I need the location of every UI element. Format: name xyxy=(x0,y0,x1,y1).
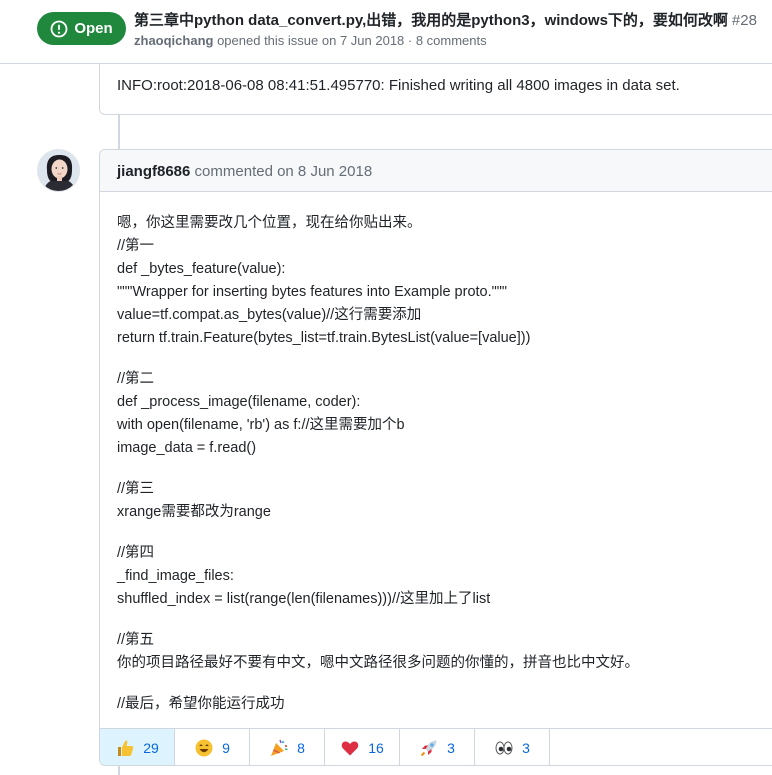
issue-opened-icon xyxy=(50,20,68,37)
comment-line: """Wrapper for inserting bytes features … xyxy=(117,284,508,300)
reaction-count: 9 xyxy=(222,740,230,756)
comment-line: //第二 xyxy=(117,371,155,387)
avatar[interactable] xyxy=(37,149,80,192)
laugh-icon xyxy=(195,739,213,757)
issue-meta: zhaoqichang opened this issue on 7 Jun 2… xyxy=(134,33,487,48)
reaction-rocket-button[interactable]: 3 xyxy=(400,729,475,765)
reaction-count: 8 xyxy=(297,740,305,756)
reaction-count: 3 xyxy=(447,740,455,756)
thumbs-up-icon xyxy=(118,740,134,756)
eyes-icon xyxy=(495,741,513,755)
reaction-count: 16 xyxy=(368,740,384,756)
comment-line: with open(filename, 'rb') as f://这里需要加个b xyxy=(117,417,405,433)
comment-line: image_data = f.read() xyxy=(117,440,257,456)
reaction-eyes-button[interactable]: 3 xyxy=(475,729,550,765)
comment: jiangf8686 commented on 8 Jun 2018 嗯，你这里… xyxy=(99,149,772,766)
comment-line: def _process_image(filename, coder): xyxy=(117,394,361,410)
timeline-connector xyxy=(118,115,120,149)
issue-title: 第三章中python data_convert.py,出错，我用的是python… xyxy=(134,9,770,30)
comment-header: jiangf8686 commented on 8 Jun 2018 xyxy=(100,150,772,192)
reaction-count: 29 xyxy=(143,740,159,756)
comment-timestamp[interactable]: commented on 8 Jun 2018 xyxy=(195,163,373,180)
issue-title-text: 第三章中python data_convert.py,出错，我用的是python… xyxy=(134,12,728,29)
issue-state-badge: Open xyxy=(37,12,126,45)
reaction-laugh-button[interactable]: 9 xyxy=(175,729,250,765)
issue-number: #28 xyxy=(731,12,757,29)
comment-line: //第五 xyxy=(117,632,155,648)
reaction-count: 3 xyxy=(522,740,530,756)
comment-line: shuffled_index = list(range(len(filename… xyxy=(117,591,491,607)
hooray-icon xyxy=(271,739,288,756)
issue-meta-text: opened this issue on 7 Jun 2018 · 8 comm… xyxy=(217,33,487,48)
comment-line: value=tf.compat.as_bytes(value)//这行需要添加 xyxy=(117,307,422,323)
comment-line: //第四 xyxy=(117,545,155,561)
comment-header-text: jiangf8686 commented on 8 Jun 2018 xyxy=(117,163,372,180)
reaction-heart-button[interactable]: 16 xyxy=(325,729,400,765)
rocket-icon xyxy=(420,740,437,757)
comment-line: _find_image_files: xyxy=(117,568,234,584)
reaction-thumbs-up-button[interactable]: 29 xyxy=(100,729,175,765)
previous-comment-text: INFO:root:2018-06-08 08:41:51.495770: Fi… xyxy=(117,77,680,94)
issue-author-link[interactable]: zhaoqichang xyxy=(134,33,213,48)
comment-line: //第一 xyxy=(117,238,155,254)
comment-line: //第三 xyxy=(117,481,155,497)
issue-state-label: Open xyxy=(74,20,113,37)
heart-icon xyxy=(341,741,359,756)
timeline-connector-bottom xyxy=(118,765,120,775)
comment-line: //最后，希望你能运行成功 xyxy=(117,696,285,712)
comment-line: def _bytes_feature(value): xyxy=(117,261,286,277)
reactions-bar: 29 9 8 16 3 3 xyxy=(100,728,772,765)
comment-line: 你的项目路径最好不要有中文，嗯中文路径很多问题的你懂的，拼音也比中文好。 xyxy=(117,655,639,671)
comment-body: 嗯，你这里需要改几个位置，现在给你贴出来。 //第一 def _bytes_fe… xyxy=(117,212,772,716)
comment-line: return tf.train.Feature(bytes_list=tf.tr… xyxy=(117,330,531,346)
comment-line: xrange需要都改为range xyxy=(117,504,271,520)
avatar-image xyxy=(38,150,79,191)
comment-author-link[interactable]: jiangf8686 xyxy=(117,163,190,180)
comment-line: 嗯，你这里需要改几个位置，现在给你贴出来。 xyxy=(117,215,422,231)
reaction-hooray-button[interactable]: 8 xyxy=(250,729,325,765)
previous-comment-body: INFO:root:2018-06-08 08:41:51.495770: Fi… xyxy=(99,64,772,115)
issue-header: Open 第三章中python data_convert.py,出错，我用的是p… xyxy=(0,0,772,64)
